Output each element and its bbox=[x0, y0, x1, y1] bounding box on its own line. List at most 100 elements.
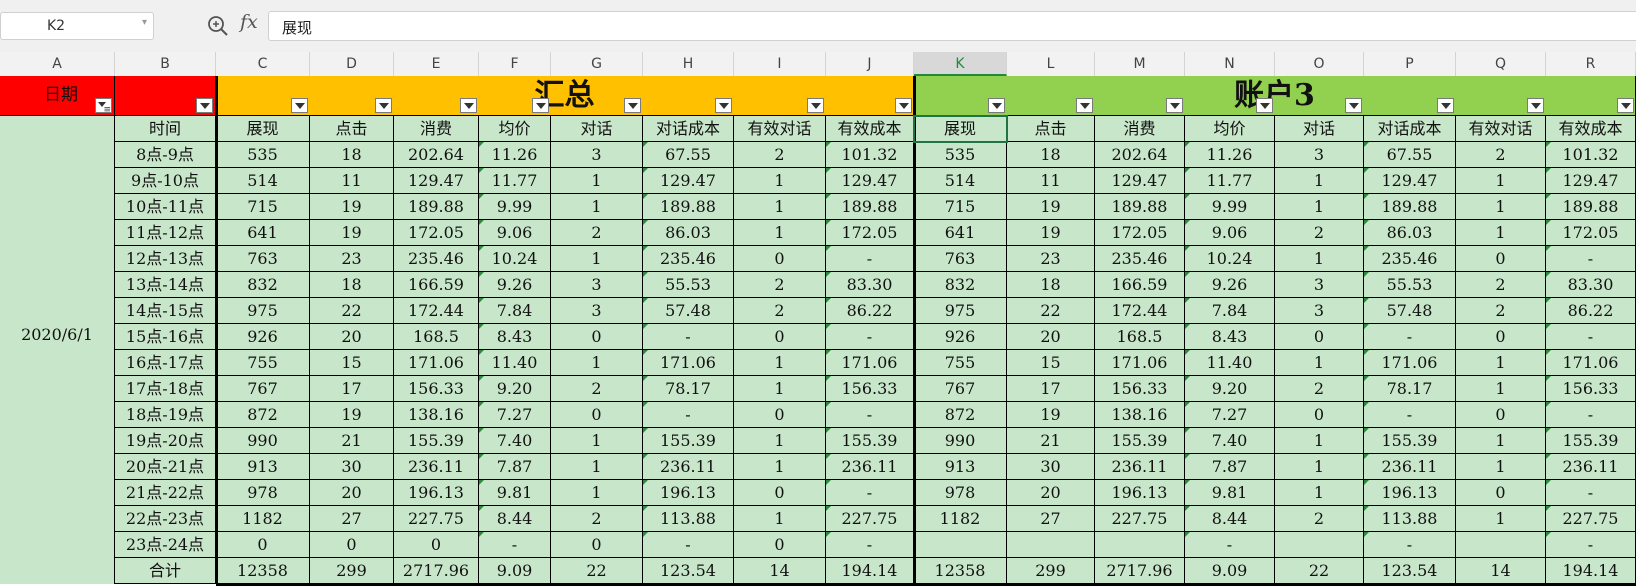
filter-dropdown-icon[interactable] bbox=[196, 98, 213, 113]
data-cell[interactable]: 11.40 bbox=[1185, 350, 1275, 376]
column-header-m[interactable]: M bbox=[1095, 52, 1185, 76]
data-cell[interactable]: 236.11 bbox=[826, 454, 914, 480]
data-cell[interactable]: 763 bbox=[914, 246, 1007, 272]
data-cell[interactable]: 514 bbox=[216, 168, 310, 194]
data-cell[interactable]: 78.17 bbox=[1364, 376, 1456, 402]
data-cell[interactable]: 83.30 bbox=[826, 272, 914, 298]
column-header-g[interactable]: G bbox=[551, 52, 643, 76]
filter-dropdown-icon[interactable] bbox=[291, 98, 308, 113]
data-cell[interactable] bbox=[914, 532, 1007, 558]
data-cell[interactable]: 767 bbox=[914, 376, 1007, 402]
data-cell[interactable]: 156.33 bbox=[826, 376, 914, 402]
data-cell[interactable]: 138.16 bbox=[1095, 402, 1185, 428]
data-cell[interactable]: 0 bbox=[1456, 480, 1546, 506]
data-cell[interactable]: 55.53 bbox=[1364, 272, 1456, 298]
data-cell[interactable]: 156.33 bbox=[1546, 376, 1636, 402]
data-cell[interactable]: 535 bbox=[216, 142, 310, 168]
filter-dropdown-icon[interactable] bbox=[532, 98, 549, 113]
data-cell[interactable]: 1 bbox=[551, 454, 643, 480]
data-cell[interactable]: 7.87 bbox=[479, 454, 551, 480]
column-header-d[interactable]: D bbox=[310, 52, 394, 76]
data-cell[interactable]: 19 bbox=[310, 402, 394, 428]
data-cell[interactable]: 0 bbox=[310, 532, 394, 558]
data-cell[interactable]: 189.88 bbox=[826, 194, 914, 220]
data-cell[interactable]: - bbox=[1546, 324, 1636, 350]
data-cell[interactable]: 7.40 bbox=[1185, 428, 1275, 454]
date-merged-cell[interactable]: 2020/6/1 bbox=[0, 116, 115, 584]
data-cell[interactable]: 1 bbox=[734, 454, 826, 480]
total-cell[interactable]: 12358 bbox=[216, 558, 310, 584]
data-cell[interactable]: 189.88 bbox=[643, 194, 734, 220]
data-cell[interactable]: 86.03 bbox=[643, 220, 734, 246]
metric-header-cell[interactable]: 有效成本 bbox=[1546, 116, 1636, 142]
data-cell[interactable]: 641 bbox=[216, 220, 310, 246]
data-cell[interactable]: 171.06 bbox=[1546, 350, 1636, 376]
data-cell[interactable]: - bbox=[826, 532, 914, 558]
data-cell[interactable]: 9.81 bbox=[1185, 480, 1275, 506]
data-cell[interactable]: - bbox=[643, 532, 734, 558]
data-cell[interactable]: 57.48 bbox=[643, 298, 734, 324]
data-cell[interactable]: 9.26 bbox=[1185, 272, 1275, 298]
data-cell[interactable]: 975 bbox=[914, 298, 1007, 324]
data-cell[interactable]: 1182 bbox=[216, 506, 310, 532]
data-cell[interactable]: 3 bbox=[551, 272, 643, 298]
column-header-n[interactable]: N bbox=[1185, 52, 1275, 76]
data-cell[interactable]: 7.27 bbox=[1185, 402, 1275, 428]
data-cell[interactable]: 913 bbox=[914, 454, 1007, 480]
data-cell[interactable]: 27 bbox=[1007, 506, 1095, 532]
metric-header-cell[interactable]: 有效成本 bbox=[826, 116, 914, 142]
column-header-c[interactable]: C bbox=[216, 52, 310, 76]
data-cell[interactable]: 2 bbox=[734, 142, 826, 168]
data-cell[interactable]: 1 bbox=[551, 246, 643, 272]
data-cell[interactable]: 18 bbox=[310, 142, 394, 168]
filter-dropdown-icon[interactable] bbox=[624, 98, 641, 113]
data-cell[interactable]: 202.64 bbox=[1095, 142, 1185, 168]
data-cell[interactable]: 9.06 bbox=[1185, 220, 1275, 246]
data-cell[interactable]: 0 bbox=[1456, 402, 1546, 428]
time-header-cell[interactable]: 时间 bbox=[115, 116, 216, 142]
total-cell[interactable]: 9.09 bbox=[1185, 558, 1275, 584]
data-cell[interactable]: 171.06 bbox=[826, 350, 914, 376]
column-header-p[interactable]: P bbox=[1364, 52, 1456, 76]
data-cell[interactable]: 763 bbox=[216, 246, 310, 272]
column-header-j[interactable]: J bbox=[826, 52, 914, 76]
data-cell[interactable]: 7.87 bbox=[1185, 454, 1275, 480]
data-cell[interactable]: 101.32 bbox=[1546, 142, 1636, 168]
data-cell[interactable]: 0 bbox=[734, 246, 826, 272]
data-cell[interactable]: 113.88 bbox=[643, 506, 734, 532]
data-cell[interactable]: 78.17 bbox=[643, 376, 734, 402]
time-cell[interactable]: 11点-12点 bbox=[115, 220, 216, 246]
data-cell[interactable]: 129.47 bbox=[826, 168, 914, 194]
data-cell[interactable]: 2 bbox=[551, 506, 643, 532]
data-cell[interactable]: 0 bbox=[734, 532, 826, 558]
data-cell[interactable]: 3 bbox=[551, 142, 643, 168]
account-header[interactable]: 账户3 bbox=[914, 76, 1636, 116]
data-cell[interactable]: - bbox=[1546, 246, 1636, 272]
time-cell[interactable]: 23点-24点 bbox=[115, 532, 216, 558]
data-cell[interactable]: 832 bbox=[216, 272, 310, 298]
data-cell[interactable] bbox=[1275, 532, 1364, 558]
data-cell[interactable]: 86.03 bbox=[1364, 220, 1456, 246]
data-cell[interactable]: 171.06 bbox=[1095, 350, 1185, 376]
data-cell[interactable]: 0 bbox=[734, 480, 826, 506]
data-cell[interactable]: 18 bbox=[310, 272, 394, 298]
filter-dropdown-icon[interactable] bbox=[1166, 98, 1183, 113]
filter-dropdown-icon[interactable] bbox=[895, 98, 912, 113]
data-cell[interactable]: 19 bbox=[1007, 194, 1095, 220]
data-cell[interactable]: 9.81 bbox=[479, 480, 551, 506]
metric-header-cell[interactable]: 均价 bbox=[1185, 116, 1275, 142]
filter-dropdown-icon[interactable] bbox=[1617, 98, 1634, 113]
data-cell[interactable]: 1182 bbox=[914, 506, 1007, 532]
data-cell[interactable] bbox=[1007, 532, 1095, 558]
total-cell[interactable]: 14 bbox=[1456, 558, 1546, 584]
total-cell[interactable]: 123.54 bbox=[643, 558, 734, 584]
filter-dropdown-icon[interactable] bbox=[1527, 98, 1544, 113]
time-cell[interactable]: 8点-9点 bbox=[115, 142, 216, 168]
time-cell[interactable]: 18点-19点 bbox=[115, 402, 216, 428]
data-cell[interactable]: 172.05 bbox=[1546, 220, 1636, 246]
name-box[interactable]: K2 ▾ bbox=[0, 12, 154, 40]
data-cell[interactable]: 978 bbox=[216, 480, 310, 506]
total-cell[interactable]: 299 bbox=[1007, 558, 1095, 584]
metric-header-cell[interactable]: 消费 bbox=[1095, 116, 1185, 142]
data-cell[interactable]: 1 bbox=[1456, 350, 1546, 376]
